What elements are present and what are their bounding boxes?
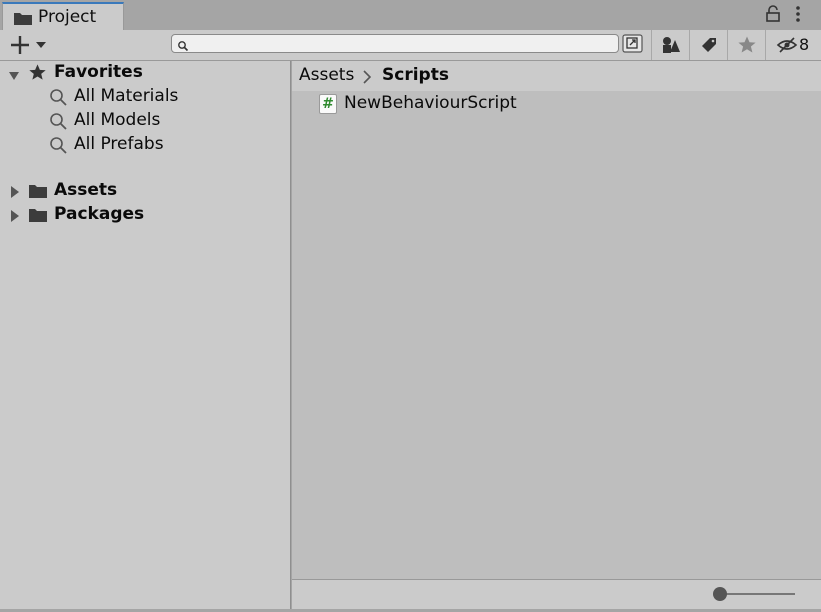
asset-label: NewBehaviourScript xyxy=(344,93,517,113)
folder-tree-pane: Favorites All Materials All Models All P… xyxy=(0,61,291,609)
search-icon xyxy=(49,136,68,160)
search-icon xyxy=(177,37,189,56)
tree-label: Packages xyxy=(54,204,145,224)
tab-project[interactable]: Project xyxy=(2,2,124,30)
tree-item-favorites[interactable]: Favorites xyxy=(0,61,290,85)
plus-icon xyxy=(8,36,50,61)
tree-label: All Prefabs xyxy=(74,134,164,154)
search-by-label-icon xyxy=(699,36,719,58)
folder-contents-pane: Assets Scripts # NewBehaviourScript xyxy=(292,61,821,579)
lock-icon[interactable] xyxy=(765,5,781,27)
kebab-menu-icon[interactable] xyxy=(793,5,803,27)
expand-arrow-right-icon[interactable] xyxy=(9,208,21,228)
tree-item-all-models[interactable]: All Models xyxy=(0,109,290,133)
breadcrumb-scripts[interactable]: Scripts xyxy=(382,65,449,85)
tree-label: All Materials xyxy=(74,86,179,106)
csharp-script-icon: # xyxy=(319,94,337,114)
tree-item-packages[interactable]: Packages xyxy=(0,203,290,227)
expand-arrow-down-icon[interactable] xyxy=(8,67,20,87)
tree-item-all-materials[interactable]: All Materials xyxy=(0,85,290,109)
tree-label: Assets xyxy=(54,180,118,200)
search-field[interactable] xyxy=(171,34,619,53)
folder-icon xyxy=(28,182,48,204)
status-bar xyxy=(292,579,821,609)
tree-label: All Models xyxy=(74,110,161,130)
tree-item-all-prefabs[interactable]: All Prefabs xyxy=(0,133,290,157)
zoom-slider-track[interactable] xyxy=(720,593,795,595)
search-input[interactable] xyxy=(190,35,610,52)
breadcrumb-assets[interactable]: Assets xyxy=(299,65,354,85)
favorites-button[interactable] xyxy=(727,30,765,60)
folder-icon xyxy=(28,206,48,228)
tab-label: Project xyxy=(38,7,97,27)
toolbar: 8 xyxy=(0,30,821,61)
tree-item-assets[interactable]: Assets xyxy=(0,179,290,203)
hidden-packages-eye-icon xyxy=(776,36,798,58)
breadcrumb: Assets Scripts xyxy=(292,61,821,91)
folder-icon xyxy=(13,10,33,30)
favorites-star-icon xyxy=(737,35,757,59)
tree-label: Favorites xyxy=(54,62,143,82)
search-scope-button[interactable] xyxy=(621,33,645,55)
expand-arrow-right-icon[interactable] xyxy=(9,184,21,204)
hidden-packages-button[interactable]: 8 xyxy=(765,30,819,60)
tab-bar: Project xyxy=(0,0,821,30)
search-by-label-button[interactable] xyxy=(689,30,727,60)
star-icon xyxy=(28,63,47,87)
hidden-packages-count: 8 xyxy=(799,35,810,54)
search-by-type-button[interactable] xyxy=(651,30,689,60)
chevron-right-icon xyxy=(363,69,372,88)
zoom-slider-handle[interactable] xyxy=(713,587,727,601)
search-by-type-icon xyxy=(661,36,681,58)
create-button[interactable] xyxy=(8,33,50,57)
asset-item[interactable]: # NewBehaviourScript xyxy=(292,91,821,117)
